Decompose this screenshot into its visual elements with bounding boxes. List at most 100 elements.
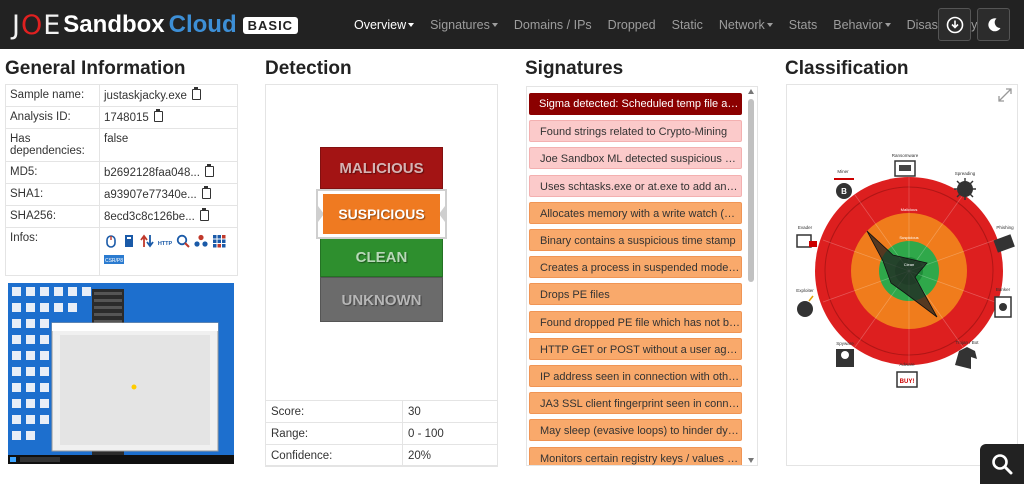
signature-item[interactable]: Found strings related to Crypto-Mining (529, 120, 742, 143)
confidence-label: Confidence: (265, 444, 403, 467)
moon-icon (987, 17, 1000, 31)
nav-item-label: Signatures (430, 17, 490, 32)
general-info-value: false (104, 133, 129, 145)
joe-sandbox-logo[interactable]: JOE Sandbox Cloud BASIC (12, 8, 299, 42)
nav-item-dropped[interactable]: Dropped (600, 18, 664, 32)
general-info-key: SHA1: (5, 183, 100, 206)
caret-down-icon (766, 23, 773, 28)
nav-item-domains-ips[interactable]: Domains / IPs (506, 18, 600, 32)
nav-item-static[interactable]: Static (664, 18, 711, 32)
signature-item[interactable]: Monitors certain registry keys / values … (529, 446, 742, 465)
general-info-row: Analysis ID: 1748015 (5, 106, 238, 129)
svg-text:HTTP: HTTP (158, 241, 172, 247)
signature-item[interactable]: IP address seen in connection with other… (529, 365, 742, 387)
nav-item-network[interactable]: Network (711, 18, 781, 32)
nav-item-label: Static (671, 17, 703, 32)
clipboard-copy-icon[interactable] (201, 186, 211, 199)
logo-tier-badge: BASIC (242, 16, 299, 34)
spyware-label: Spyware (836, 341, 854, 346)
adware-buy-text: BUY! (900, 379, 915, 385)
category-adware: Adware BUY! (896, 362, 918, 388)
exchange-arrows-icon[interactable] (140, 234, 154, 248)
signature-item[interactable]: Creates a process in suspended mode (lik… (529, 256, 742, 279)
general-info-row: SHA256: 8ecd3c8c126be... (5, 205, 238, 228)
general-info-row: MD5: b2692128faa048... (5, 161, 238, 184)
range-value: 0 - 100 (402, 422, 498, 445)
adware-label: Adware (899, 362, 915, 367)
theme-toggle-button[interactable] (977, 8, 1010, 41)
nav-item-label: Dropped (607, 17, 656, 32)
detection-level-suspicious: SUSPICIOUS (323, 194, 440, 234)
search-icon (992, 454, 1013, 475)
range-row: Range: 0 - 100 (265, 422, 498, 445)
clipboard-copy-icon[interactable] (204, 164, 214, 177)
spreading-label: Spreading (955, 171, 976, 176)
banker-label: Banker (996, 287, 1011, 292)
nav-item-overview[interactable]: Overview (346, 18, 422, 32)
signature-item[interactable]: Drops PE files (529, 283, 742, 306)
category-miner: Miner B (834, 169, 854, 199)
scroll-up-arrow-icon[interactable] (748, 89, 754, 94)
svg-text:CSR/P8: CSR/P8 (105, 258, 123, 264)
signature-item[interactable]: Joe Sandbox ML detected suspicious sampl… (529, 147, 742, 170)
http-icon[interactable]: HTTP (158, 234, 172, 248)
scroll-down-arrow-icon[interactable] (748, 458, 754, 463)
scroll-thumb[interactable] (748, 99, 754, 282)
signature-item[interactable]: HTTP GET or POST without a user agent (529, 337, 742, 360)
logo-sandbox-text: Sandbox (63, 11, 165, 38)
general-info-value: 1748015 (104, 112, 149, 124)
magnifier-clock-icon[interactable] (176, 234, 190, 248)
nav-item-signatures[interactable]: Signatures (422, 18, 506, 32)
clipboard-copy-icon[interactable] (153, 109, 163, 122)
desktop-screenshot-image (8, 283, 234, 464)
nav-item-stats[interactable]: Stats (781, 18, 826, 32)
signature-item[interactable]: Allocates memory with a write watch (pot… (529, 201, 742, 224)
general-info-key: Has dependencies: (5, 128, 100, 162)
signature-item[interactable]: Uses schtasks.exe or at.exe to add and m… (529, 174, 742, 197)
general-info-row-infos: Infos: HTTP CSR/P8 (5, 227, 238, 276)
signatures-list[interactable]: Monitors certain registry keys / values … (526, 86, 758, 466)
score-value: 30 (402, 400, 498, 423)
signature-item[interactable]: JA3 SSL client fingerprint seen in conne… (529, 392, 742, 415)
signature-item[interactable]: Binary contains a suspicious time stamp (529, 229, 742, 251)
clipboard-copy-icon[interactable] (199, 208, 209, 221)
sample-screenshot-thumbnail[interactable] (8, 283, 234, 464)
clipboard-copy-icon[interactable] (191, 87, 201, 100)
network-nodes-icon[interactable] (194, 234, 208, 248)
exploiter-bomb-icon (797, 301, 813, 317)
signatures-scrollbar[interactable] (747, 89, 756, 463)
trojan-bot-label: Trojan / Bot (955, 340, 979, 345)
crypto-badge-icon[interactable]: CSR/P8 (104, 252, 124, 266)
classification-title: Classification (785, 58, 909, 79)
expand-icon[interactable] (998, 88, 1012, 102)
grid-icon[interactable] (212, 234, 226, 248)
ring-label-malicious: Malicious (901, 207, 918, 212)
nav-item-label: Domains / IPs (513, 17, 592, 32)
nav-item-label: Behavior (833, 17, 883, 32)
ring-label-clean: Clean (904, 262, 914, 267)
nav-item-label: Overview (354, 17, 407, 32)
mouse-icon[interactable] (104, 234, 118, 248)
nav-item-behavior[interactable]: Behavior (825, 18, 898, 32)
download-button[interactable] (938, 8, 971, 41)
signature-item[interactable]: May sleep (evasive loops) to hinder dyna… (529, 419, 742, 442)
search-fab-button[interactable] (980, 444, 1024, 484)
score-table: Score: 30 Range: 0 - 100 Confidence: 20% (265, 400, 498, 467)
general-info-value: justaskjacky.exe (104, 90, 187, 102)
dropper-icon[interactable] (122, 234, 136, 248)
ring-label-suspicious: Suspicious (899, 235, 918, 240)
logo-cloud-text: Cloud (168, 11, 237, 38)
detection-level-unknown: UNKNOWN (320, 277, 443, 322)
detection-title: Detection (265, 58, 352, 79)
signature-item[interactable]: Sigma detected: Scheduled temp file as t… (529, 93, 742, 115)
general-info-value: a93907e77340e... (104, 189, 197, 201)
general-info-value-cell: 1748015 (99, 106, 238, 129)
nav-item-label: Network (718, 17, 765, 32)
exploiter-label: Exploiter (796, 288, 814, 293)
classification-radar-chart: Malicious Suspicious Clean Ransomware Sp… (796, 153, 1015, 388)
category-trojan-bot: Trojan / Bot (955, 340, 979, 369)
main-nav: Overview Signatures Domains / IPs Dropped St… (346, 0, 993, 49)
signature-item[interactable]: Found dropped PE file which has not been… (529, 310, 742, 333)
general-info-row: Has dependencies: false (5, 128, 238, 162)
general-info-value-cell: b2692128faa048... (99, 161, 238, 184)
